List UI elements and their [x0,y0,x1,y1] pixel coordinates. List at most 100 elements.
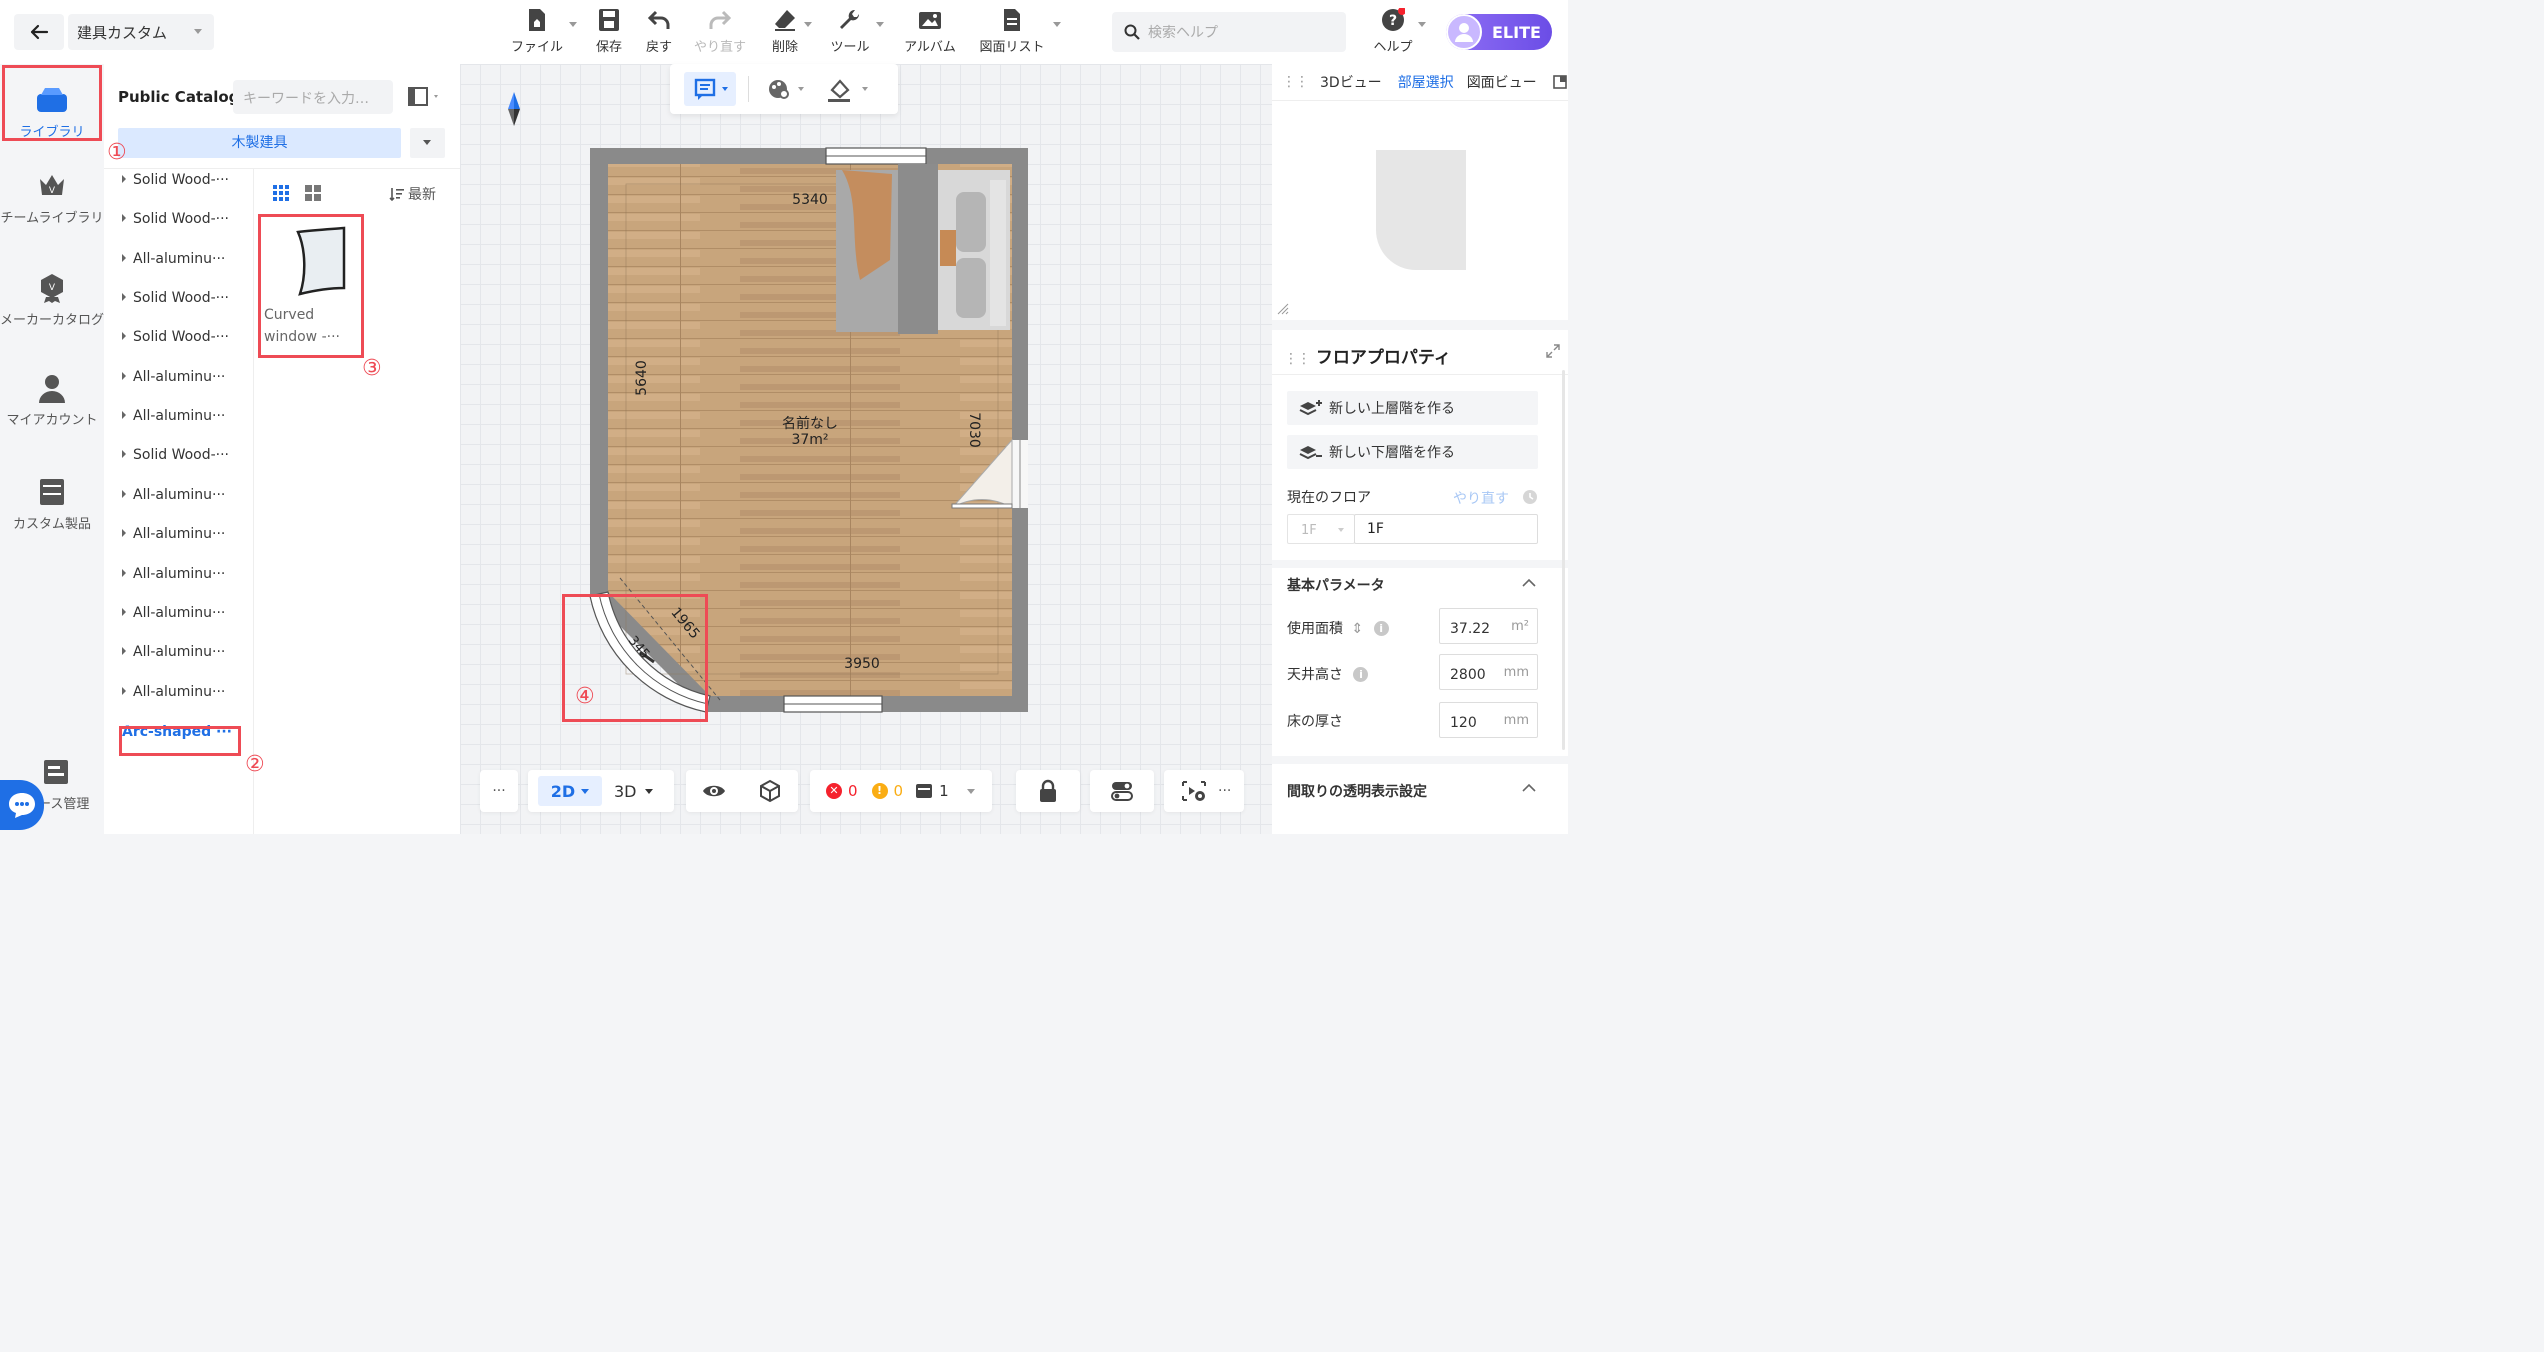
rail-item-custom-products[interactable]: カスタム製品 [0,474,104,533]
ceiling-value: 2800 [1450,667,1486,683]
room-preview-shape[interactable] [1376,150,1466,270]
drawing-list-button[interactable]: 図面リスト [976,8,1048,56]
expand-panel-icon[interactable] [1552,75,1567,89]
delete-button[interactable]: 削除 [768,8,802,56]
elite-label: ELITE [1492,22,1541,42]
button-label: 新しい下層階を作る [1329,445,1455,461]
category-item[interactable]: All-aluminu··· [122,644,225,660]
style-settings-button[interactable] [822,72,878,106]
resize-handle-icon[interactable] [1276,302,1290,316]
info-icon[interactable]: i [1353,667,1369,682]
expand-icon[interactable] [1546,344,1560,358]
category-item[interactable]: Solid Wood-··· [122,447,229,463]
redo-icon [709,10,732,29]
account-elite-badge[interactable]: ELITE [1446,14,1552,50]
grid-small-view-button[interactable] [272,184,290,202]
warning-icon: ! [871,783,888,799]
more-label[interactable]: ··· [1218,783,1231,799]
tab-drawing-view[interactable]: 図面ビュー [1467,72,1537,92]
category-item[interactable]: All-aluminu··· [122,605,225,621]
new-upper-floor-button[interactable]: 新しい上層階を作る [1287,391,1538,425]
redo-button[interactable]: やり直す [692,8,748,56]
floor-name-input[interactable]: 1F [1354,514,1538,544]
chevron-down-icon[interactable] [876,22,884,27]
rail-item-account[interactable]: マイアカウント [0,370,104,429]
section-gap [1272,560,1568,568]
render-settings-group: ··· [1164,770,1244,812]
chevron-up-icon[interactable] [1522,783,1536,793]
layers-down-icon [1299,446,1322,460]
category-item[interactable]: All-aluminu··· [122,684,225,700]
wrench-icon [840,9,860,29]
album-button[interactable]: アルバム [900,8,960,56]
display-settings-button[interactable] [762,72,814,106]
category-select[interactable]: 木製建具 [118,128,401,158]
scrollbar[interactable] [1562,370,1565,750]
eye-icon[interactable] [702,782,726,800]
cube-icon[interactable] [758,779,782,803]
help-search-input[interactable]: 検索ヘルプ [1112,12,1346,52]
rail-item-team-library[interactable]: V チームライブラリ [0,168,104,227]
project-name-select[interactable]: 建具カスタム [68,14,214,50]
chevron-down-icon[interactable] [804,22,812,27]
help-button[interactable]: ? ヘルプ [1370,8,1416,56]
category-dropdown-button[interactable] [410,128,445,158]
rail-label: マイアカウント [6,413,98,428]
area-input[interactable]: 37.22 m² [1439,608,1538,644]
category-item[interactable]: All-aluminu··· [122,369,225,385]
current-floor-label: 現在のフロア [1287,490,1371,506]
file-menu-button[interactable]: ファイル [508,8,566,56]
chevron-up-icon[interactable] [1522,578,1536,588]
status-group[interactable]: ✕ 0 ! 0 1 [810,770,992,812]
floor-redo-link[interactable]: やり直す [1453,488,1509,508]
chevron-down-icon[interactable] [1418,22,1426,27]
library-panel: Public Catalog キーワードを入力… 木製建具 Solid Wood… [104,64,460,834]
library-search-input[interactable]: キーワードを入力… [233,80,393,114]
back-button[interactable] [14,14,64,50]
rail-label: メーカーカタログ [0,313,105,328]
annotation-mode-button[interactable] [684,72,736,106]
history-icon[interactable] [1522,489,1538,505]
more-left-button[interactable]: ··· [480,770,518,812]
category-item[interactable]: All-aluminu··· [122,526,225,542]
new-lower-floor-button[interactable]: 新しい下層階を作る [1287,435,1538,469]
chat-support-button[interactable] [0,780,44,830]
view-2d-button[interactable]: 2D [538,776,602,806]
save-button[interactable]: 保存 [592,8,626,56]
category-item[interactable]: All-aluminu··· [122,487,225,503]
toggle-settings-button[interactable] [1090,770,1154,812]
grid-large-view-button[interactable] [304,184,322,202]
view-3d-button[interactable]: 3D [614,782,653,801]
screen-settings-icon[interactable] [1180,779,1208,803]
transparency-title: 間取りの透明表示設定 [1287,784,1427,800]
bed[interactable] [836,164,1010,334]
sort-arrows-icon[interactable]: ⇕ [1351,621,1363,637]
category-item[interactable]: Solid Wood-··· [122,329,229,345]
category-item[interactable]: Solid Wood-··· [122,172,229,188]
room-name: 名前なし [782,415,838,432]
sort-button[interactable]: 最新 [389,184,436,204]
chevron-down-icon[interactable] [1053,22,1061,27]
category-item[interactable]: All-aluminu··· [122,566,225,582]
chevron-down-icon [194,29,202,34]
category-item[interactable]: All-aluminu··· [122,408,225,424]
info-icon[interactable]: i [1373,621,1389,636]
drag-handle-icon[interactable]: ⋮⋮ [1282,74,1309,90]
tab-3d-view[interactable]: 3Dビュー [1320,72,1382,92]
floor-select[interactable]: 1F [1287,514,1355,544]
drag-handle-icon[interactable]: ⋮⋮ [1284,351,1311,367]
category-item[interactable]: Solid Wood-··· [122,290,229,306]
undo-button[interactable]: 戻す [642,8,676,56]
tools-menu-button[interactable]: ツール [828,8,872,56]
layout-toggle-button[interactable] [408,86,442,108]
lock-button[interactable] [1016,770,1080,812]
annotation-icon [694,78,728,100]
tool-label: アルバム [904,40,956,55]
chevron-down-icon[interactable] [569,22,577,27]
category-item[interactable]: All-aluminu··· [122,251,225,267]
rail-item-maker-catalog[interactable]: V メーカーカタログ [0,270,104,329]
ceiling-height-input[interactable]: 2800 mm [1439,654,1538,690]
tab-room-select[interactable]: 部屋選択 [1398,72,1454,92]
category-item[interactable]: Solid Wood-··· [122,211,229,227]
floor-thickness-input[interactable]: 120 mm [1439,702,1538,738]
